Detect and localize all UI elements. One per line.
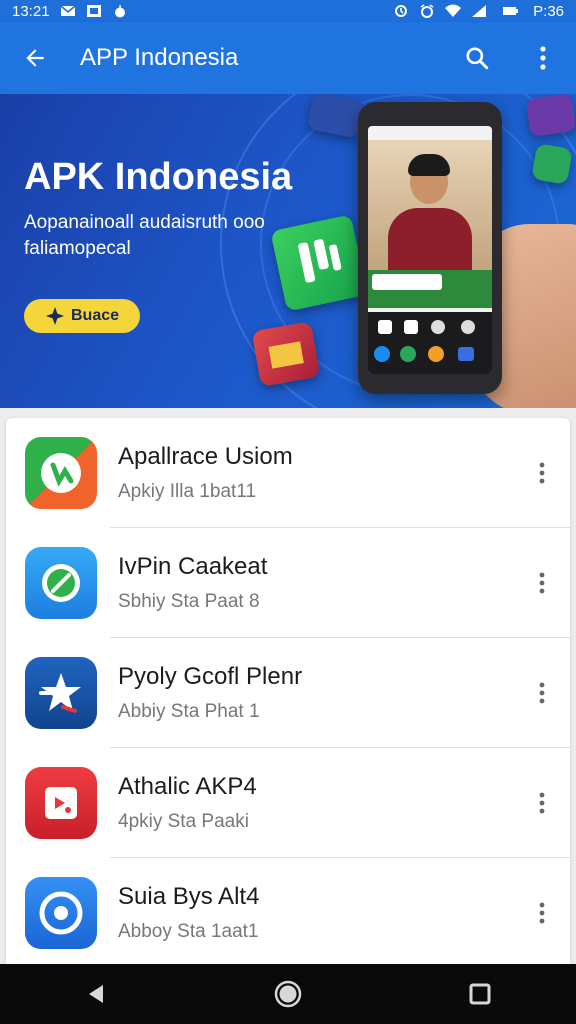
- search-icon: [466, 47, 489, 70]
- app-name: Athalic AKP4: [118, 773, 257, 800]
- nav-home-button[interactable]: [258, 964, 318, 1024]
- status-battery-text: P:36: [533, 2, 564, 20]
- nav-recents-button[interactable]: [450, 964, 510, 1024]
- photo-frame-icon: [25, 767, 97, 839]
- green-app-tile-icon: [270, 214, 368, 312]
- image-icon: [86, 5, 101, 17]
- banner-cta-label: Buace: [70, 307, 120, 324]
- more-vert-icon: [539, 902, 545, 924]
- promo-banner[interactable]: APK Indonesia Aopanainoall audaisruth oo…: [0, 94, 576, 408]
- target-circle-icon: [25, 877, 97, 949]
- app-bar: APP Indonesia: [0, 22, 576, 94]
- search-button[interactable]: [444, 22, 510, 94]
- more-vert-icon: [540, 46, 546, 70]
- star-logo-icon: [25, 657, 97, 729]
- status-time: 13:21: [12, 2, 50, 20]
- star-sparkle-icon: [45, 307, 64, 325]
- person-hair: [408, 154, 450, 176]
- list-item[interactable]: Athalic AKP4 4pkiy Sta Paaki: [6, 748, 570, 858]
- home-circle-icon: [274, 980, 302, 1008]
- app-list: Apallrace Usiom Apkiy Illa 1bat11 IvPin …: [6, 418, 570, 964]
- compass-leaf-icon: [25, 547, 97, 619]
- app-subtitle: Abbiy Sta Phat 1: [118, 701, 260, 722]
- banner-title: APK Indonesia: [24, 156, 293, 198]
- list-item[interactable]: Suia Bys Alt4 Abboy Sta 1aat1: [6, 858, 570, 968]
- battery-icon: [503, 7, 519, 15]
- chat-bubble-logo-icon: [25, 437, 97, 509]
- back-triangle-icon: [89, 985, 103, 1003]
- system-nav-bar: [0, 964, 576, 1024]
- more-vert-icon: [539, 682, 545, 704]
- app-name: Pyoly Gcofl Plenr: [118, 663, 303, 690]
- app-subtitle: Sbhiy Sta Paat 8: [118, 591, 260, 612]
- phone-dock: [368, 312, 492, 374]
- app-tile-decoration: [525, 94, 576, 138]
- banner-cta-button[interactable]: Buace: [24, 299, 140, 333]
- person-illustration: [388, 208, 472, 270]
- more-vert-icon: [539, 792, 545, 814]
- signal-icon: [472, 5, 487, 17]
- alarm-icon: [395, 5, 408, 17]
- app-subtitle: Apkiy Illa 1bat11: [118, 481, 257, 502]
- banner-subtitle: Aopanainoall audaisruth ooo faliamopecal: [24, 212, 265, 259]
- phone-screen: [368, 126, 492, 374]
- list-item[interactable]: Pyoly Gcofl Plenr Abbiy Sta Phat 1: [6, 638, 570, 748]
- recents-square-icon: [469, 983, 491, 1005]
- back-button[interactable]: [0, 22, 70, 94]
- overflow-menu-button[interactable]: [510, 22, 576, 94]
- list-item[interactable]: IvPin Caakeat Sbhiy Sta Paat 8: [6, 528, 570, 638]
- app-name: IvPin Caakeat: [118, 553, 268, 580]
- row-menu-button[interactable]: [528, 893, 556, 933]
- app-tile-decoration: [531, 143, 573, 185]
- red-app-tile-icon: [251, 321, 321, 387]
- row-menu-button[interactable]: [528, 453, 556, 493]
- row-menu-button[interactable]: [528, 673, 556, 713]
- list-item[interactable]: Apallrace Usiom Apkiy Illa 1bat11: [6, 418, 570, 528]
- page-title: APP Indonesia: [80, 44, 239, 71]
- nav-back-button[interactable]: [66, 964, 126, 1024]
- more-vert-icon: [539, 572, 545, 594]
- phone-search-chip: [372, 274, 442, 290]
- apple-icon: [114, 5, 125, 18]
- status-bar: 13:21 P:36: [0, 0, 576, 22]
- arrow-back-icon: [26, 49, 44, 67]
- app-name: Apallrace Usiom: [118, 443, 293, 470]
- more-vert-icon: [539, 462, 545, 484]
- row-menu-button[interactable]: [528, 563, 556, 603]
- app-subtitle: 4pkiy Sta Paaki: [118, 811, 249, 832]
- app-subtitle: Abboy Sta 1aat1: [118, 921, 259, 942]
- wifi-icon: [445, 4, 462, 17]
- mail-icon: [60, 5, 76, 16]
- phone-illustration: [358, 102, 502, 394]
- row-menu-button[interactable]: [528, 783, 556, 823]
- app-name: Suia Bys Alt4: [118, 883, 260, 910]
- alarm-clock-icon: [420, 4, 434, 18]
